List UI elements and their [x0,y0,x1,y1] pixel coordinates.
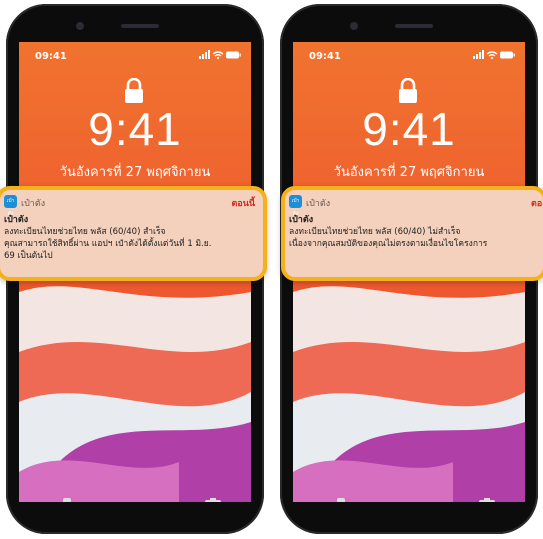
notification-body: ลงทะเบียนไทยช่วยไทย พลัส (60/40) สำเร็จ … [4,226,259,262]
notification-body-line: 69 เป็นต้นไป [4,251,53,261]
notification-card-success[interactable]: เป๋าตัง เป๋าตัง ตอนนี้ เป๋าตัง ลงทะเบียน… [0,186,267,281]
front-camera [76,22,84,30]
notification-body-line: ลงทะเบียนไทยช่วยไทย พลัส (60/40) ไม่สำเร… [289,227,461,237]
battery-icon [500,51,515,59]
signal-icon [199,50,210,59]
camera-icon[interactable] [204,498,222,502]
notification-time: ตอนนี้ [231,199,255,209]
app-icon: เป๋าตัง [289,195,302,217]
lock-date: วันอังคารที่ 27 พฤศจิกายน [333,165,485,180]
lock-icon [399,78,417,103]
notification-body: ลงทะเบียนไทยช่วยไทย พลัส (60/40) ไม่สำเร… [289,226,543,250]
notification-title: เป๋าตัง [4,215,29,225]
front-camera [350,22,358,30]
notification-body-line: คุณสามารถใช้สิทธิ์ผ่าน แอปฯ เป๋าตังได้ตั… [4,239,212,249]
wifi-icon [486,51,498,57]
notification-title: เป๋าตัง [289,215,314,225]
app-icon: เป๋าตัง [4,195,17,217]
notification-time: ตอ [531,199,543,209]
lock-date: วันอังคารที่ 27 พฤศจิกายน [59,165,211,180]
lock-clock: 9:41 [362,103,456,155]
camera-icon[interactable] [478,498,496,502]
flashlight-icon[interactable] [59,498,75,502]
earpiece-speaker [121,24,159,28]
notification-body-line: เนื่องจากคุณสมบัติของคุณไม่ตรงตามเงื่อนไ… [289,239,488,249]
notification-card-failure[interactable]: เป๋าตัง เป๋าตัง ตอ เป๋าตัง ลงทะเบียนไทยช… [281,186,543,281]
status-time: 09:41 [309,51,341,62]
lock-clock: 9:41 [88,103,182,155]
status-icons [199,50,241,60]
notification-app-name: เป๋าตัง [21,199,46,209]
lock-icon [125,78,143,103]
battery-icon [226,51,241,59]
wifi-icon [212,51,224,57]
earpiece-speaker [395,24,433,28]
signal-icon [473,50,484,59]
status-time: 09:41 [35,51,67,62]
status-icons [473,50,515,60]
flashlight-icon[interactable] [333,498,349,502]
notification-app-name: เป๋าตัง [306,199,331,209]
notification-body-line: ลงทะเบียนไทยช่วยไทย พลัส (60/40) สำเร็จ [4,227,166,237]
